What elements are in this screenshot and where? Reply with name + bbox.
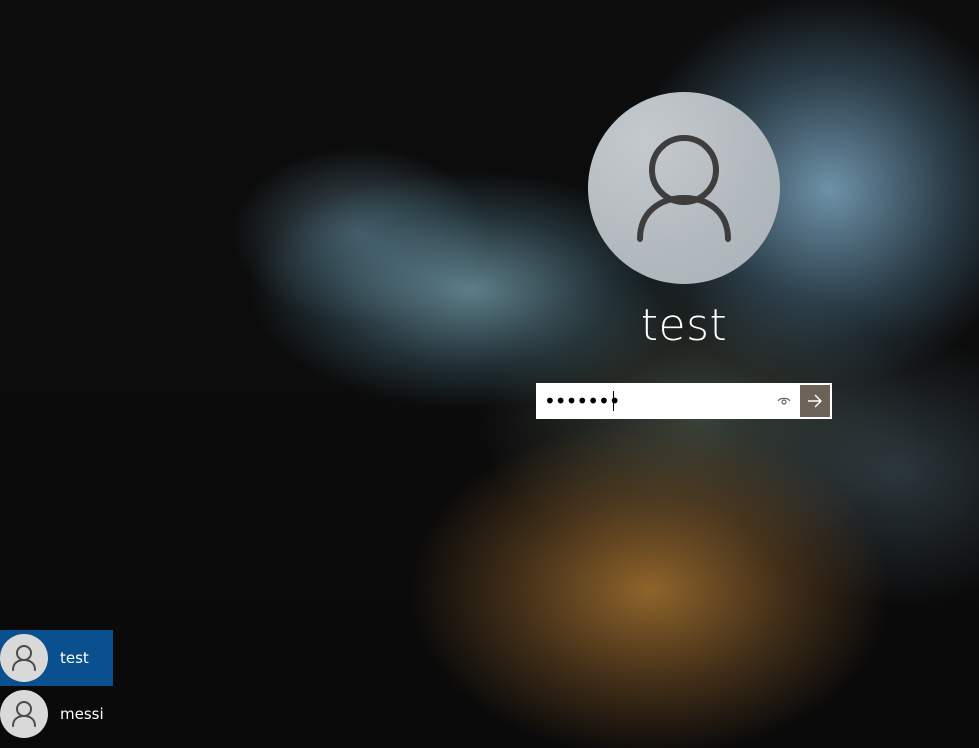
- lock-screen: test test: [0, 0, 979, 748]
- reveal-password-button[interactable]: [772, 383, 796, 419]
- user-list-item-label: messi: [60, 705, 104, 723]
- person-icon: [637, 135, 731, 242]
- eye-icon: [777, 397, 791, 405]
- arrow-right-icon: [808, 394, 822, 408]
- blurred-wallpaper: [0, 0, 979, 748]
- password-input[interactable]: [544, 383, 764, 419]
- person-icon: [12, 701, 36, 727]
- person-icon: [12, 645, 36, 671]
- user-list-item-messi[interactable]: messi: [0, 686, 113, 742]
- avatar: [0, 634, 48, 682]
- user-list-item-test[interactable]: test: [0, 630, 113, 686]
- submit-button[interactable]: [798, 383, 832, 419]
- user-list-item-label: test: [60, 649, 89, 667]
- user-name: test: [640, 300, 728, 351]
- password-field[interactable]: [536, 383, 798, 419]
- user-avatar: [588, 92, 780, 284]
- user-switcher-list: test messi: [0, 630, 113, 742]
- avatar: [0, 690, 48, 738]
- text-caret: [613, 391, 614, 411]
